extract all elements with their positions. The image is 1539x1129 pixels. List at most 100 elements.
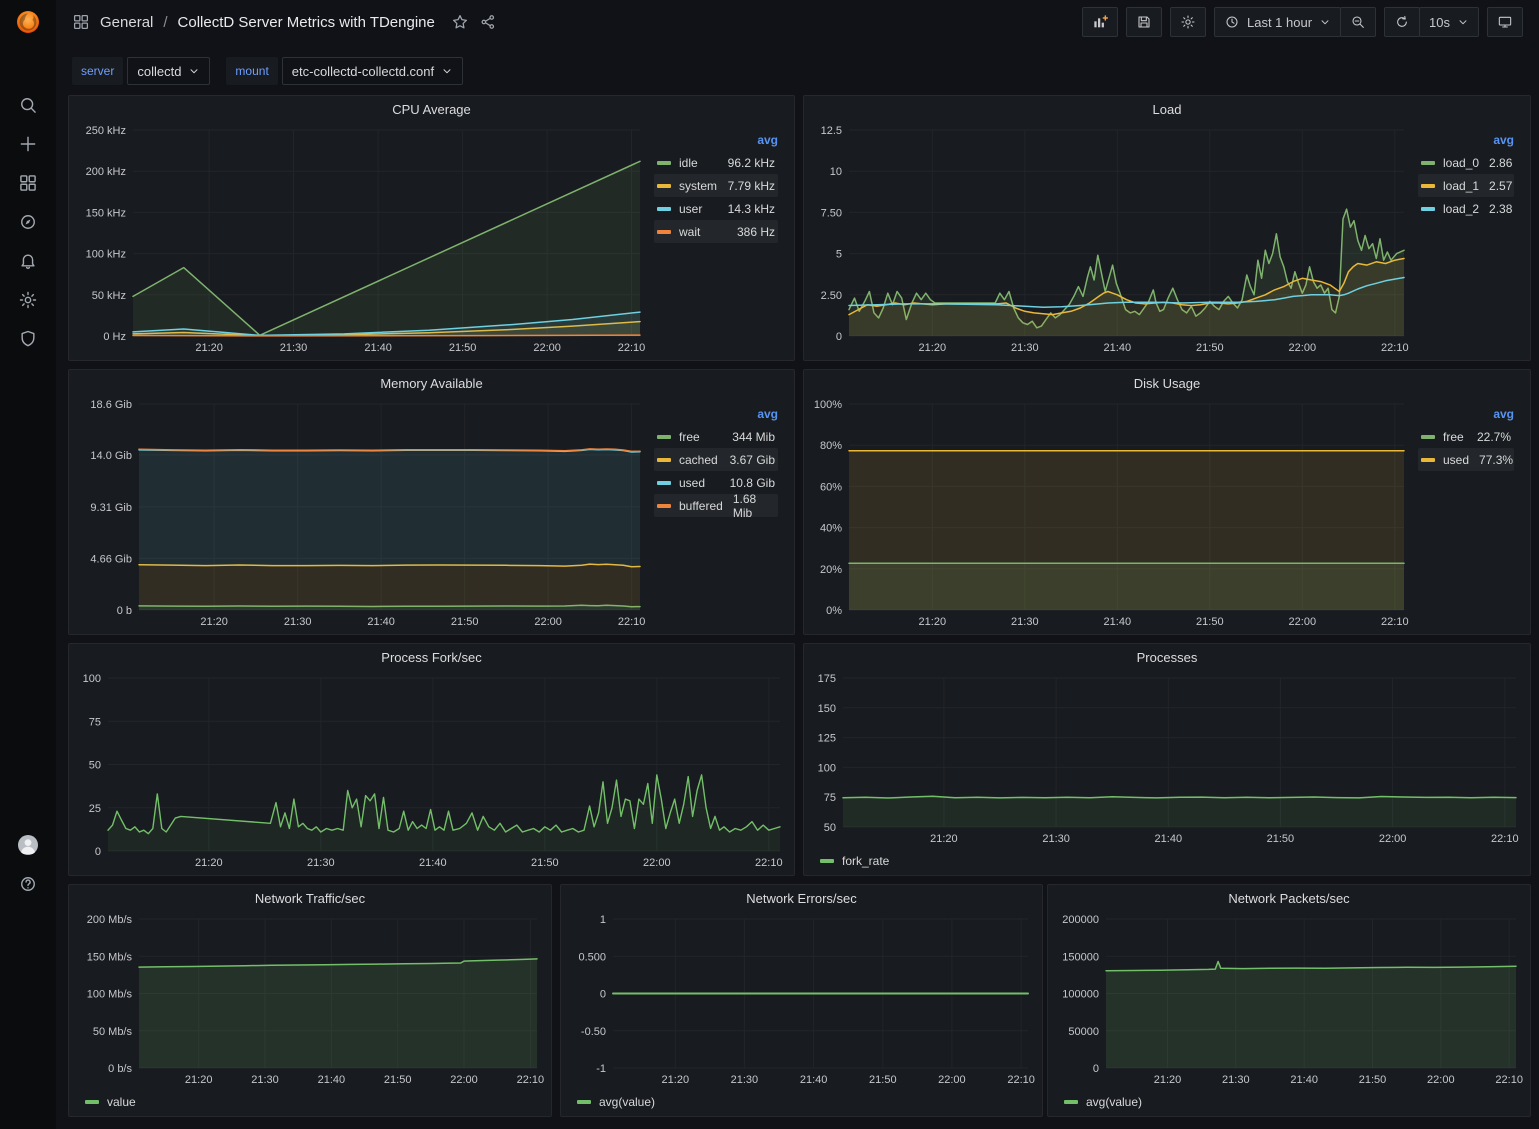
network-traffic-graph[interactable]: 21:2021:3021:4021:5022:0022:100 b/s50 Mb… xyxy=(73,911,547,1090)
panel-title-disk[interactable]: Disk Usage xyxy=(804,370,1530,396)
dashboards-grid-icon[interactable] xyxy=(72,13,90,31)
panel-title-net-traffic[interactable]: Network Traffic/sec xyxy=(69,885,551,911)
zoom-out-time-button[interactable] xyxy=(1340,7,1376,37)
panel-title-net-packets[interactable]: Network Packets/sec xyxy=(1048,885,1530,911)
panel-title-load[interactable]: Load xyxy=(804,96,1530,122)
legend-avg-header[interactable]: avg xyxy=(1418,130,1514,151)
series-color-swatch xyxy=(1421,435,1435,439)
series-name[interactable]: load_1 xyxy=(1443,179,1479,193)
series-name[interactable]: used xyxy=(679,476,705,490)
svg-text:21:20: 21:20 xyxy=(930,833,958,845)
series-name[interactable]: value xyxy=(107,1095,136,1109)
series-name[interactable]: idle xyxy=(679,156,698,170)
svg-text:2.50: 2.50 xyxy=(821,290,842,302)
series-name[interactable]: avg(value) xyxy=(1086,1095,1142,1109)
save-dashboard-button[interactable] xyxy=(1126,7,1162,37)
series-name[interactable]: used xyxy=(1443,453,1469,467)
series-name[interactable]: free xyxy=(1443,430,1464,444)
grafana-logo[interactable] xyxy=(14,8,42,36)
svg-text:22:10: 22:10 xyxy=(1007,1074,1035,1086)
series-name[interactable]: cached xyxy=(679,453,718,467)
panel-title-memory[interactable]: Memory Available xyxy=(69,370,794,396)
favorite-star-icon[interactable] xyxy=(451,13,469,31)
svg-text:22:00: 22:00 xyxy=(1289,342,1317,354)
user-avatar[interactable] xyxy=(16,833,40,857)
load-graph[interactable]: 21:2021:3021:4021:5022:0022:1002.5057.50… xyxy=(808,122,1414,358)
legend-row-load_2: load_22.38 xyxy=(1418,197,1514,220)
legend-item-avg(value): avg(value) xyxy=(577,1095,655,1109)
help-icon[interactable] xyxy=(18,874,38,894)
svg-text:0 b: 0 b xyxy=(117,605,132,617)
svg-text:14.0 Gib: 14.0 Gib xyxy=(90,450,132,462)
svg-text:40%: 40% xyxy=(820,523,842,535)
svg-text:0%: 0% xyxy=(826,605,842,617)
svg-text:200 kHz: 200 kHz xyxy=(86,166,126,178)
series-name[interactable]: user xyxy=(679,202,702,216)
configuration-gear-icon[interactable] xyxy=(18,290,38,310)
add-panel-button[interactable] xyxy=(1082,7,1118,37)
legend-row-used: used77.3% xyxy=(1418,448,1514,471)
svg-text:50 kHz: 50 kHz xyxy=(92,290,126,302)
dashboards-icon[interactable] xyxy=(18,173,38,193)
refresh-interval-label: 10s xyxy=(1429,15,1450,30)
svg-text:22:10: 22:10 xyxy=(1495,1074,1523,1086)
explore-compass-icon[interactable] xyxy=(18,212,38,232)
variable-server-value[interactable]: collectd xyxy=(127,57,210,85)
series-name[interactable]: load_2 xyxy=(1443,202,1479,216)
series-name[interactable]: avg(value) xyxy=(599,1095,655,1109)
refresh-interval-dropdown[interactable]: 10s xyxy=(1419,7,1479,37)
variable-mount-label: mount xyxy=(226,57,277,85)
breadcrumb-section[interactable]: General xyxy=(100,14,153,31)
svg-text:21:50: 21:50 xyxy=(531,857,559,869)
panel-title-cpu[interactable]: CPU Average xyxy=(69,96,794,122)
cpu-graph[interactable]: 21:2021:3021:4021:5022:0022:100 Hz50 kHz… xyxy=(73,122,650,358)
svg-text:0: 0 xyxy=(95,846,101,858)
series-name[interactable]: buffered xyxy=(679,499,723,513)
legend-avg-header[interactable]: avg xyxy=(654,130,778,151)
create-plus-icon[interactable] xyxy=(18,134,38,154)
dashboard-settings-button[interactable] xyxy=(1170,7,1206,37)
svg-text:21:40: 21:40 xyxy=(1104,342,1132,354)
legend-avg-header[interactable]: avg xyxy=(1418,404,1514,425)
panel-title-processes[interactable]: Processes xyxy=(804,644,1530,670)
svg-text:21:30: 21:30 xyxy=(731,1074,759,1086)
share-icon[interactable] xyxy=(479,13,497,31)
panel-title-net-errors[interactable]: Network Errors/sec xyxy=(561,885,1042,911)
series-name[interactable]: load_0 xyxy=(1443,156,1479,170)
series-name[interactable]: system xyxy=(679,179,717,193)
svg-text:12.5: 12.5 xyxy=(821,125,842,137)
panel-title-fork[interactable]: Process Fork/sec xyxy=(69,644,794,670)
svg-text:21:30: 21:30 xyxy=(280,342,308,354)
search-icon[interactable] xyxy=(18,95,38,115)
disk-graph[interactable]: 21:2021:3021:4021:5022:0022:100%20%40%60… xyxy=(808,396,1414,632)
series-name[interactable]: free xyxy=(679,430,700,444)
series-name[interactable]: fork_rate xyxy=(842,854,889,868)
network-errors-graph[interactable]: 21:2021:3021:4021:5022:0022:10-1-0.5000.… xyxy=(565,911,1038,1090)
tv-mode-button[interactable] xyxy=(1487,7,1523,37)
variable-mount-value-text: etc-collectd-collectd.conf xyxy=(292,64,434,79)
svg-text:22:10: 22:10 xyxy=(618,342,646,354)
processes-legend: fork_rate xyxy=(808,849,1526,873)
series-avg-value: 22.7% xyxy=(1467,430,1511,444)
series-color-swatch xyxy=(657,230,671,234)
fork-graph[interactable]: 21:2021:3021:4021:5022:0022:100255075100 xyxy=(73,670,790,873)
series-color-swatch xyxy=(1421,207,1435,211)
refresh-button[interactable] xyxy=(1384,7,1420,37)
network-traffic-legend: value xyxy=(73,1090,547,1114)
legend-row-load_0: load_02.86 xyxy=(1418,151,1514,174)
svg-text:150000: 150000 xyxy=(1062,951,1099,963)
time-range-picker[interactable]: Last 1 hour xyxy=(1214,7,1341,37)
legend-avg-header[interactable]: avg xyxy=(654,404,778,425)
series-name[interactable]: wait xyxy=(679,225,700,239)
panel-network-errors: Network Errors/sec 21:2021:3021:4021:502… xyxy=(560,884,1043,1117)
network-packets-graph[interactable]: 21:2021:3021:4021:5022:0022:100500001000… xyxy=(1052,911,1526,1090)
processes-graph[interactable]: 21:2021:3021:4021:5022:0022:105075100125… xyxy=(808,670,1526,849)
svg-text:21:20: 21:20 xyxy=(200,616,228,628)
variable-mount-value[interactable]: etc-collectd-collectd.conf xyxy=(282,57,463,85)
memory-graph[interactable]: 21:2021:3021:4021:5022:0022:100 b4.66 Gi… xyxy=(73,396,650,632)
svg-text:60%: 60% xyxy=(820,481,842,493)
svg-text:22:00: 22:00 xyxy=(1379,833,1407,845)
server-admin-shield-icon[interactable] xyxy=(18,329,38,349)
svg-text:21:20: 21:20 xyxy=(195,342,223,354)
alerting-bell-icon[interactable] xyxy=(18,251,38,271)
